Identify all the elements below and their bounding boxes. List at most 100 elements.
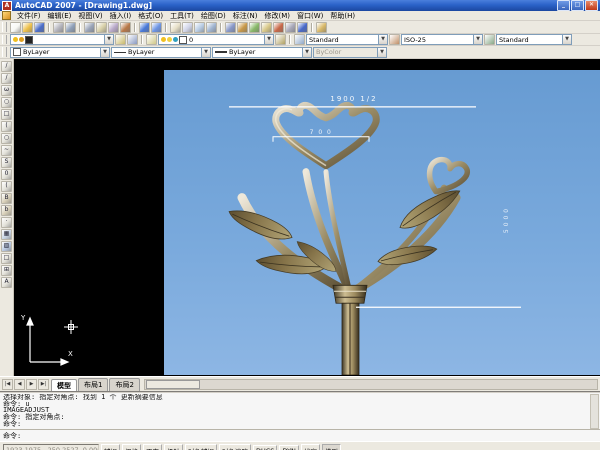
horizontal-scrollbar[interactable]: [144, 379, 598, 390]
workspace-combo[interactable]: ▼: [10, 34, 114, 45]
chevron-down-icon[interactable]: ▼: [104, 35, 113, 44]
revision-cloud-icon[interactable]: ~: [1, 145, 12, 156]
layer-previous-icon[interactable]: [275, 34, 286, 45]
tab-nav-first[interactable]: |◀: [2, 379, 13, 390]
tab-layout2[interactable]: 布局2: [109, 378, 139, 391]
tab-nav-next[interactable]: ▶: [26, 379, 37, 390]
otrack-toggle[interactable]: 对象追踪: [219, 444, 251, 450]
toolbar-grip[interactable]: [2, 22, 7, 32]
model-space-canvas[interactable]: 1900 1/2 7 0 0 5000 X Y: [14, 59, 600, 376]
polyline-icon[interactable]: ω: [1, 85, 12, 96]
designcenter-icon[interactable]: [237, 22, 248, 33]
open-icon[interactable]: [22, 22, 33, 33]
ellipse-arc-icon[interactable]: (: [1, 181, 12, 192]
dyn-toggle[interactable]: DYN: [279, 445, 298, 450]
layer-properties-icon[interactable]: [115, 34, 126, 45]
spline-icon[interactable]: S: [1, 157, 12, 168]
raster-image-sculpture[interactable]: 1900 1/2 7 0 0 5000: [164, 70, 600, 375]
tab-layout1[interactable]: 布局1: [78, 378, 108, 391]
chevron-down-icon[interactable]: ▼: [264, 35, 273, 44]
chevron-down-icon[interactable]: ▼: [562, 35, 571, 44]
circle-icon[interactable]: ○: [1, 133, 12, 144]
menu-format[interactable]: 格式(O): [135, 11, 166, 21]
insert-block-icon[interactable]: B: [1, 193, 12, 204]
chevron-down-icon[interactable]: ▼: [378, 35, 387, 44]
make-block-icon[interactable]: b: [1, 205, 12, 216]
menu-edit[interactable]: 编辑(E): [45, 11, 75, 21]
linetype-control-combo[interactable]: ByLayer ▼: [111, 47, 211, 58]
plot-icon[interactable]: [53, 22, 64, 33]
coordinate-display[interactable]: 1923.1975, -250.2527, 0.0000: [3, 444, 99, 450]
zoom-previous-icon[interactable]: [206, 22, 217, 33]
chevron-down-icon[interactable]: ▼: [100, 48, 109, 57]
close-button[interactable]: ✕: [585, 0, 598, 11]
dim-style-combo[interactable]: ISO-25 ▼: [401, 34, 483, 45]
make-layer-current-icon[interactable]: [127, 34, 138, 45]
tool-palettes-icon[interactable]: [249, 22, 260, 33]
table-style-combo[interactable]: Standard ▼: [496, 34, 572, 45]
tab-nav-prev[interactable]: ◀: [14, 379, 25, 390]
hatch-icon[interactable]: ▦: [1, 229, 12, 240]
text-style-combo[interactable]: Standard ▼: [306, 34, 388, 45]
command-prompt[interactable]: 命令:: [3, 431, 21, 441]
sheet-set-manager-icon[interactable]: [261, 22, 272, 33]
menu-draw[interactable]: 绘图(D): [198, 11, 229, 21]
maximize-button[interactable]: □: [571, 0, 584, 11]
scrollbar-thumb[interactable]: [146, 380, 200, 389]
chevron-down-icon[interactable]: ▼: [201, 48, 210, 57]
osnap-toggle[interactable]: 对象捕捉: [185, 444, 217, 450]
title-bar[interactable]: A AutoCAD 2007 - [Drawing1.dwg] _ □ ✕: [0, 0, 600, 11]
undo-icon[interactable]: [139, 22, 150, 33]
layer-combo[interactable]: 0 ▼: [158, 34, 274, 45]
menu-dimension[interactable]: 标注(N): [230, 11, 261, 21]
properties-icon[interactable]: [225, 22, 236, 33]
ortho-toggle[interactable]: 正交: [143, 444, 162, 450]
qnew-icon[interactable]: [10, 22, 21, 33]
command-window[interactable]: 选择对象: 指定对角点: 找到 1 个 更新摘要信息 命令: u IMAGEAD…: [0, 391, 600, 441]
zoom-realtime-icon[interactable]: [182, 22, 193, 33]
help-icon[interactable]: [297, 22, 308, 33]
toolbar-grip[interactable]: [2, 35, 7, 44]
pan-icon[interactable]: [170, 22, 181, 33]
menu-tools[interactable]: 工具(T): [167, 11, 197, 21]
save-icon[interactable]: [34, 22, 45, 33]
ducs-toggle[interactable]: DUCS: [253, 445, 277, 450]
menu-insert[interactable]: 插入(I): [107, 11, 135, 21]
construction-line-icon[interactable]: /: [1, 73, 12, 84]
snap-toggle[interactable]: 捕捉: [101, 444, 120, 450]
minimize-button[interactable]: _: [557, 0, 570, 11]
sketch-icon[interactable]: [316, 22, 327, 33]
gradient-icon[interactable]: ▨: [1, 241, 12, 252]
menu-view[interactable]: 视图(V): [75, 11, 105, 21]
copy-icon[interactable]: [96, 22, 107, 33]
redo-icon[interactable]: [151, 22, 162, 33]
arc-icon[interactable]: (: [1, 121, 12, 132]
polygon-icon[interactable]: ○: [1, 97, 12, 108]
menu-help[interactable]: 帮助(H): [327, 11, 358, 21]
tab-nav-last[interactable]: ▶|: [38, 379, 49, 390]
point-icon[interactable]: ·: [1, 217, 12, 228]
menu-window[interactable]: 窗口(W): [294, 11, 326, 21]
menu-modify[interactable]: 修改(M): [261, 11, 293, 21]
menu-file[interactable]: 文件(F): [14, 11, 44, 21]
table-icon[interactable]: ⊞: [1, 265, 12, 276]
document-icon[interactable]: [2, 11, 11, 20]
lineweight-toggle[interactable]: 线宽: [301, 444, 320, 450]
table-style-icon[interactable]: [484, 34, 495, 45]
plot-preview-icon[interactable]: [65, 22, 76, 33]
match-properties-icon[interactable]: [120, 22, 131, 33]
chevron-down-icon[interactable]: ▼: [473, 35, 482, 44]
region-icon[interactable]: □: [1, 253, 12, 264]
model-paper-toggle[interactable]: 模型: [322, 444, 341, 450]
zoom-window-icon[interactable]: [194, 22, 205, 33]
markup-set-manager-icon[interactable]: [273, 22, 284, 33]
color-control-combo[interactable]: ByLayer ▼: [10, 47, 110, 58]
text-style-icon[interactable]: [294, 34, 305, 45]
multiline-text-icon[interactable]: A: [1, 277, 12, 288]
grid-toggle[interactable]: 栅格: [122, 444, 141, 450]
ellipse-icon[interactable]: 0: [1, 169, 12, 180]
toolbar-grip[interactable]: [2, 47, 7, 57]
quickcalc-icon[interactable]: [285, 22, 296, 33]
paste-icon[interactable]: [108, 22, 119, 33]
rectangle-icon[interactable]: □: [1, 109, 12, 120]
